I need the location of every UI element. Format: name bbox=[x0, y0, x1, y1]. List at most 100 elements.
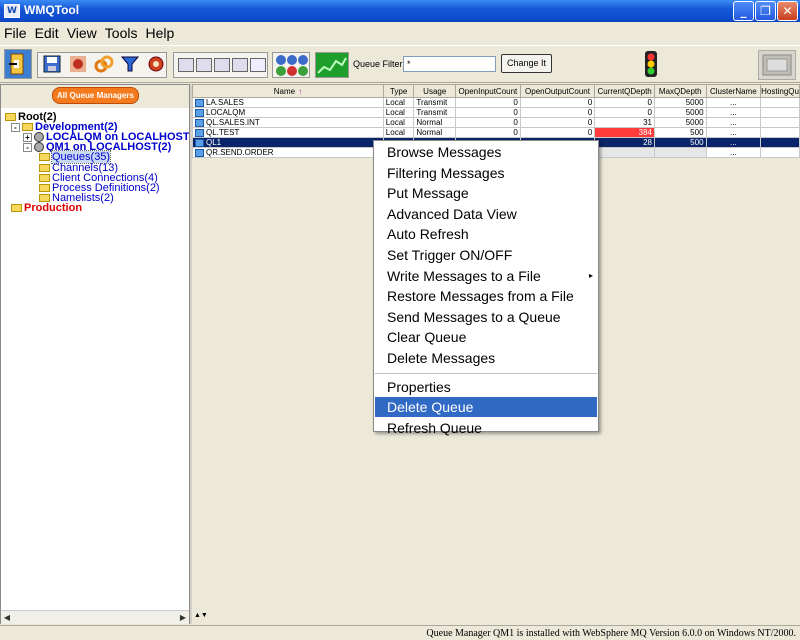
cell-in: 0 bbox=[455, 127, 521, 138]
all-queue-managers-button[interactable]: All Queue Managers bbox=[52, 87, 139, 104]
scroll-left-icon[interactable]: ◀ bbox=[1, 612, 13, 624]
cell-text: 500 bbox=[690, 138, 704, 147]
menu-help[interactable]: Help bbox=[141, 22, 178, 41]
view-icon-5[interactable] bbox=[250, 58, 266, 72]
context-menu-item[interactable]: Auto Refresh bbox=[375, 224, 597, 244]
context-menu-item[interactable]: Advanced Data View bbox=[375, 204, 597, 224]
queue-icon bbox=[195, 149, 204, 157]
scroll-right-icon[interactable]: ▶ bbox=[177, 612, 189, 624]
column-header[interactable]: HostingQu bbox=[760, 84, 800, 98]
view-toolbar-group bbox=[173, 52, 268, 78]
context-menu-item[interactable]: Restore Messages from a File bbox=[375, 286, 597, 306]
collapse-icon[interactable]: - bbox=[23, 142, 32, 152]
cell-depth: 0 bbox=[594, 97, 655, 108]
context-menu-item[interactable]: Browse Messages bbox=[375, 142, 597, 162]
cell-text: Local bbox=[385, 118, 405, 127]
expand-icon[interactable]: + bbox=[23, 132, 32, 142]
cell-text: ... bbox=[729, 108, 737, 117]
empty-cell bbox=[655, 178, 707, 188]
column-header[interactable]: MaxQDepth bbox=[654, 84, 707, 98]
maximize-button[interactable]: ❐ bbox=[755, 1, 776, 21]
status-circle-icon[interactable] bbox=[276, 55, 286, 65]
cell-text: QL1 bbox=[206, 138, 222, 147]
cell-text: LOCALQM bbox=[206, 108, 246, 117]
column-header[interactable]: Usage bbox=[413, 84, 457, 98]
context-menu-item[interactable]: Put Message bbox=[375, 183, 597, 203]
panel-icon[interactable] bbox=[758, 50, 796, 80]
sort-arrow-icon: ↑ bbox=[298, 86, 303, 96]
app-icon: W bbox=[4, 4, 20, 18]
cross-icon[interactable] bbox=[287, 66, 297, 76]
context-menu-item-label: Clear Queue bbox=[387, 329, 467, 346]
menu-edit[interactable]: Edit bbox=[31, 22, 63, 41]
column-header[interactable]: ClusterName bbox=[705, 84, 762, 98]
cell-usage: Normal bbox=[413, 127, 457, 138]
cell-host bbox=[760, 147, 800, 158]
context-menu-item[interactable]: Delete Messages bbox=[375, 348, 597, 368]
menu-file[interactable]: File bbox=[0, 22, 31, 41]
view-icon-1[interactable] bbox=[178, 58, 194, 72]
context-menu-item-label: Filtering Messages bbox=[387, 164, 505, 181]
view-icon-3[interactable] bbox=[214, 58, 230, 72]
context-menu-item[interactable]: Delete Queue bbox=[375, 397, 597, 418]
empty-cell bbox=[655, 158, 707, 168]
cell-text: 0 bbox=[647, 108, 652, 117]
cell-text: QR.SEND.ORDER bbox=[206, 148, 274, 157]
column-header[interactable]: CurrentQDepth bbox=[594, 84, 655, 98]
tree-node[interactable]: Production bbox=[11, 202, 82, 214]
tree-horizontal-scrollbar[interactable]: ◀ ▶ bbox=[1, 610, 189, 624]
splitter-arrows-icon[interactable]: ▲▼ bbox=[194, 612, 208, 622]
context-menu-item[interactable]: Send Messages to a Queue bbox=[375, 307, 597, 327]
column-header[interactable]: OpenInputCount bbox=[455, 84, 521, 98]
cell-name: LA.SALES bbox=[192, 97, 384, 108]
empty-cell bbox=[761, 178, 800, 188]
context-menu-item[interactable]: Refresh Queue bbox=[375, 418, 597, 438]
empty-cell bbox=[706, 168, 761, 178]
cell-text: LA.SALES bbox=[206, 98, 244, 107]
cell-cluster: ... bbox=[705, 97, 762, 108]
queue-filter-input[interactable]: * bbox=[403, 56, 496, 72]
hand-icon[interactable] bbox=[66, 53, 90, 77]
cell-name: QL1 bbox=[192, 137, 384, 148]
save-icon[interactable] bbox=[40, 53, 64, 77]
check-icon[interactable] bbox=[298, 66, 308, 76]
close-button[interactable]: ✕ bbox=[777, 1, 798, 21]
filter-icon[interactable] bbox=[118, 53, 142, 77]
collapse-icon[interactable]: - bbox=[11, 122, 20, 132]
cell-text: 384 bbox=[638, 128, 652, 137]
menu-tools[interactable]: Tools bbox=[101, 22, 142, 41]
queue-row[interactable]: LA.SALES Local Transmit 0 0 0 5000... bbox=[192, 97, 800, 108]
empty-cell bbox=[193, 158, 384, 168]
gear-icon[interactable] bbox=[144, 53, 168, 77]
cell-text: 5000 bbox=[685, 108, 704, 117]
cell-name: QR.SEND.ORDER bbox=[192, 147, 384, 158]
column-header[interactable]: Name ↑ bbox=[192, 84, 384, 98]
exit-icon[interactable] bbox=[4, 49, 32, 79]
link-icon[interactable] bbox=[92, 53, 116, 77]
cell-usage: Transmit bbox=[413, 97, 457, 108]
queue-row[interactable]: QL.TEST Local Normal 0 0 384 500... bbox=[192, 127, 800, 138]
context-menu-item[interactable]: Set Trigger ON/OFF bbox=[375, 245, 597, 265]
cell-host bbox=[760, 117, 800, 128]
queue-row[interactable]: QL.SALES.INT Local Normal 0 0 31 5000... bbox=[192, 117, 800, 128]
minimize-button[interactable]: _ bbox=[733, 1, 754, 21]
menu-view[interactable]: View bbox=[63, 22, 101, 41]
change-it-button[interactable]: Change It bbox=[501, 54, 552, 73]
cell-out: 0 bbox=[519, 117, 596, 128]
empty-cell bbox=[595, 178, 655, 188]
view-icon-2[interactable] bbox=[196, 58, 212, 72]
chart-icon[interactable] bbox=[315, 52, 349, 78]
queue-row[interactable]: LOCALQM Local Transmit 0 0 0 5000... bbox=[192, 107, 800, 118]
context-menu-item[interactable]: Properties bbox=[375, 377, 597, 397]
column-header[interactable]: Type bbox=[382, 84, 415, 98]
context-menu-item[interactable]: Filtering Messages bbox=[375, 163, 597, 183]
check-icon[interactable] bbox=[276, 66, 286, 76]
column-header[interactable]: OpenOutputCount bbox=[519, 84, 596, 98]
context-menu-item[interactable]: Clear Queue bbox=[375, 327, 597, 347]
status-circle-icon[interactable] bbox=[287, 55, 297, 65]
view-icon-4[interactable] bbox=[232, 58, 248, 72]
cell-text: Local bbox=[385, 128, 405, 137]
status-circle-icon[interactable] bbox=[298, 55, 308, 65]
context-menu-item[interactable]: Write Messages to a File ▸ bbox=[375, 266, 597, 286]
cell-cluster: ... bbox=[705, 147, 762, 158]
